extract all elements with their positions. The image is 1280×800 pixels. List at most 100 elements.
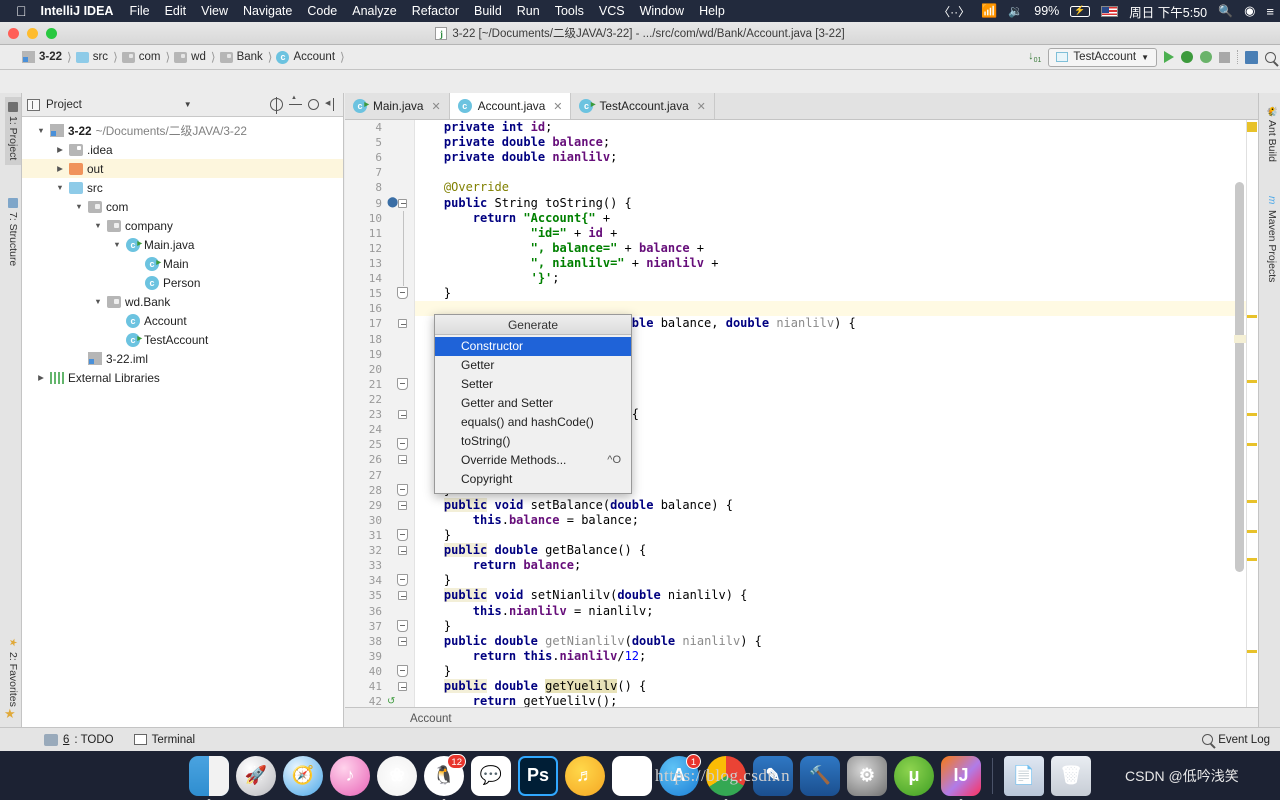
fold-end-icon[interactable] — [397, 665, 408, 677]
apple-logo-icon[interactable]:  — [16, 4, 27, 18]
menu-vcs[interactable]: VCS — [599, 4, 625, 18]
favorites-star-icon[interactable]: ★ — [4, 706, 16, 722]
tree-expand-arrow[interactable]: ▶ — [36, 373, 46, 382]
generate-popup-list[interactable]: ConstructorGetterSetterGetter and Setter… — [435, 335, 631, 493]
fold-collapse-icon[interactable] — [398, 591, 407, 600]
generate-popup[interactable]: Generate ConstructorGetterSetterGetter a… — [434, 314, 632, 494]
tree-expand-arrow[interactable]: ▶ — [55, 145, 65, 154]
tree-node--idea[interactable]: ▶.idea — [22, 140, 343, 159]
sidebar-item-favorites[interactable]: ★ 2: Favorites — [5, 633, 21, 712]
close-icon[interactable]: ✕ — [553, 100, 562, 113]
dock-app-intellij-idea[interactable]: IJ — [941, 756, 981, 796]
tree-node-company[interactable]: ▼company — [22, 216, 343, 235]
search-everywhere-icon[interactable] — [1265, 52, 1276, 63]
tree-node-testaccount[interactable]: ·cTestAccount — [22, 330, 343, 349]
fold-collapse-icon[interactable] — [398, 410, 407, 419]
tree-expand-arrow[interactable]: ▼ — [112, 240, 122, 249]
fold-marker[interactable] — [395, 588, 415, 603]
tree-expand-arrow[interactable]: · — [131, 278, 141, 287]
close-window-button[interactable] — [8, 28, 19, 39]
fold-marker[interactable] — [395, 407, 415, 422]
dock-app-qq[interactable]: 🐧12 — [424, 756, 464, 796]
stripe-marker[interactable] — [1247, 443, 1257, 446]
dock-app-qq-music[interactable]: ♬ — [565, 756, 605, 796]
fold-end-icon[interactable] — [397, 574, 408, 586]
scroll-from-source-icon[interactable] — [270, 98, 283, 111]
fold-marker[interactable] — [395, 256, 415, 271]
dock-app-photos[interactable]: ❀ — [377, 756, 417, 796]
close-icon[interactable]: ✕ — [697, 100, 706, 113]
dock-app-system-preferences[interactable]: ⚙ — [847, 756, 887, 796]
tree-node-account[interactable]: ·cAccount — [22, 311, 343, 330]
menu-code[interactable]: Code — [307, 4, 337, 18]
dock-app-foxmail[interactable]: ✉ — [612, 756, 652, 796]
fold-marker[interactable] — [395, 271, 415, 286]
code-line[interactable]: this.nianlilv = nianlilv; — [415, 604, 1258, 619]
code-line[interactable]: public void setBalance(double balance) { — [415, 498, 1258, 513]
code-line[interactable]: ", balance=" + balance + — [415, 241, 1258, 256]
dock-app-wechat[interactable]: 💬 — [471, 756, 511, 796]
run-with-coverage-icon[interactable] — [1200, 51, 1212, 63]
stripe-marker[interactable] — [1247, 500, 1257, 503]
breadcrumb-3-22[interactable]: 3-22 — [22, 51, 63, 63]
tree-node-main[interactable]: ·cMain — [22, 254, 343, 273]
fold-marker[interactable] — [395, 679, 415, 694]
stripe-marker[interactable] — [1247, 650, 1257, 653]
sidebar-item-project[interactable]: 1: Project — [5, 97, 21, 165]
dock-app-finder[interactable] — [189, 756, 229, 796]
menu-navigate[interactable]: Navigate — [243, 4, 292, 18]
generate-item-constructor[interactable]: Constructor — [435, 337, 631, 356]
menu-run[interactable]: Run — [517, 4, 540, 18]
dock-app-documents-stack[interactable]: 📄 — [1004, 756, 1044, 796]
fold-markers[interactable] — [395, 120, 415, 709]
breadcrumb-src[interactable]: src — [76, 51, 109, 63]
code-line[interactable]: return this.nianlilv/12; — [415, 649, 1258, 664]
code-line[interactable]: '}'; — [415, 271, 1258, 286]
notification-center-icon[interactable]: ≡ — [1266, 4, 1274, 19]
fold-collapse-icon[interactable] — [398, 546, 407, 555]
tree-expand-arrow[interactable]: ▼ — [36, 126, 46, 135]
tree-node-out[interactable]: ▶out — [22, 159, 343, 178]
menu-help[interactable]: Help — [699, 4, 725, 18]
fold-marker[interactable] — [395, 316, 415, 331]
stripe-marker[interactable] — [1247, 530, 1257, 533]
menu-window[interactable]: Window — [640, 4, 684, 18]
fold-marker[interactable] — [395, 619, 415, 634]
menu-build[interactable]: Build — [474, 4, 502, 18]
menu-edit[interactable]: Edit — [165, 4, 187, 18]
database-icon[interactable] — [1245, 51, 1258, 64]
code-line[interactable]: } — [415, 573, 1258, 588]
stripe-marker[interactable] — [1247, 558, 1257, 561]
dock-app-itunes[interactable]: ♪ — [330, 756, 370, 796]
tree-expand-arrow[interactable]: · — [74, 354, 84, 363]
tree-expand-arrow[interactable]: ▼ — [55, 183, 65, 192]
tree-node-src[interactable]: ▼src — [22, 178, 343, 197]
fold-end-icon[interactable] — [397, 438, 408, 450]
menu-tools[interactable]: Tools — [555, 4, 584, 18]
minimize-window-button[interactable] — [27, 28, 38, 39]
code-line[interactable]: } — [415, 528, 1258, 543]
maximize-window-button[interactable] — [46, 28, 57, 39]
editor-tab-account-java[interactable]: cAccount.java✕ — [450, 93, 572, 119]
generate-item-getter-and-setter[interactable]: Getter and Setter — [435, 394, 631, 413]
editor-scrollbar-track[interactable] — [1234, 120, 1245, 734]
code-line[interactable]: public double getYuelilv() { — [415, 679, 1258, 694]
fold-end-icon[interactable] — [397, 287, 408, 299]
editor-breadcrumb-label[interactable]: Account — [410, 713, 452, 725]
generate-item-setter[interactable]: Setter — [435, 375, 631, 394]
breadcrumb-account[interactable]: c Account — [276, 51, 336, 64]
tree-expand-arrow[interactable]: · — [131, 259, 141, 268]
menu-bar-datetime[interactable]: 周日 下午5:50 — [1129, 2, 1207, 21]
menu-analyze[interactable]: Analyze — [352, 4, 396, 18]
us-flag-icon[interactable] — [1101, 6, 1118, 17]
code-line[interactable]: public void setNianlilv(double nianlilv)… — [415, 588, 1258, 603]
fold-marker[interactable] — [395, 452, 415, 467]
fold-marker[interactable] — [395, 634, 415, 649]
code-line[interactable]: } — [415, 619, 1258, 634]
dock-app-photoshop[interactable]: Ps — [518, 756, 558, 796]
code-line[interactable]: public double getNianlilv(double nianlil… — [415, 634, 1258, 649]
tree-node-main-java[interactable]: ▼cMain.java — [22, 235, 343, 254]
fold-collapse-icon[interactable] — [398, 455, 407, 464]
code-line[interactable] — [415, 165, 1258, 180]
fold-collapse-icon[interactable] — [398, 319, 407, 328]
